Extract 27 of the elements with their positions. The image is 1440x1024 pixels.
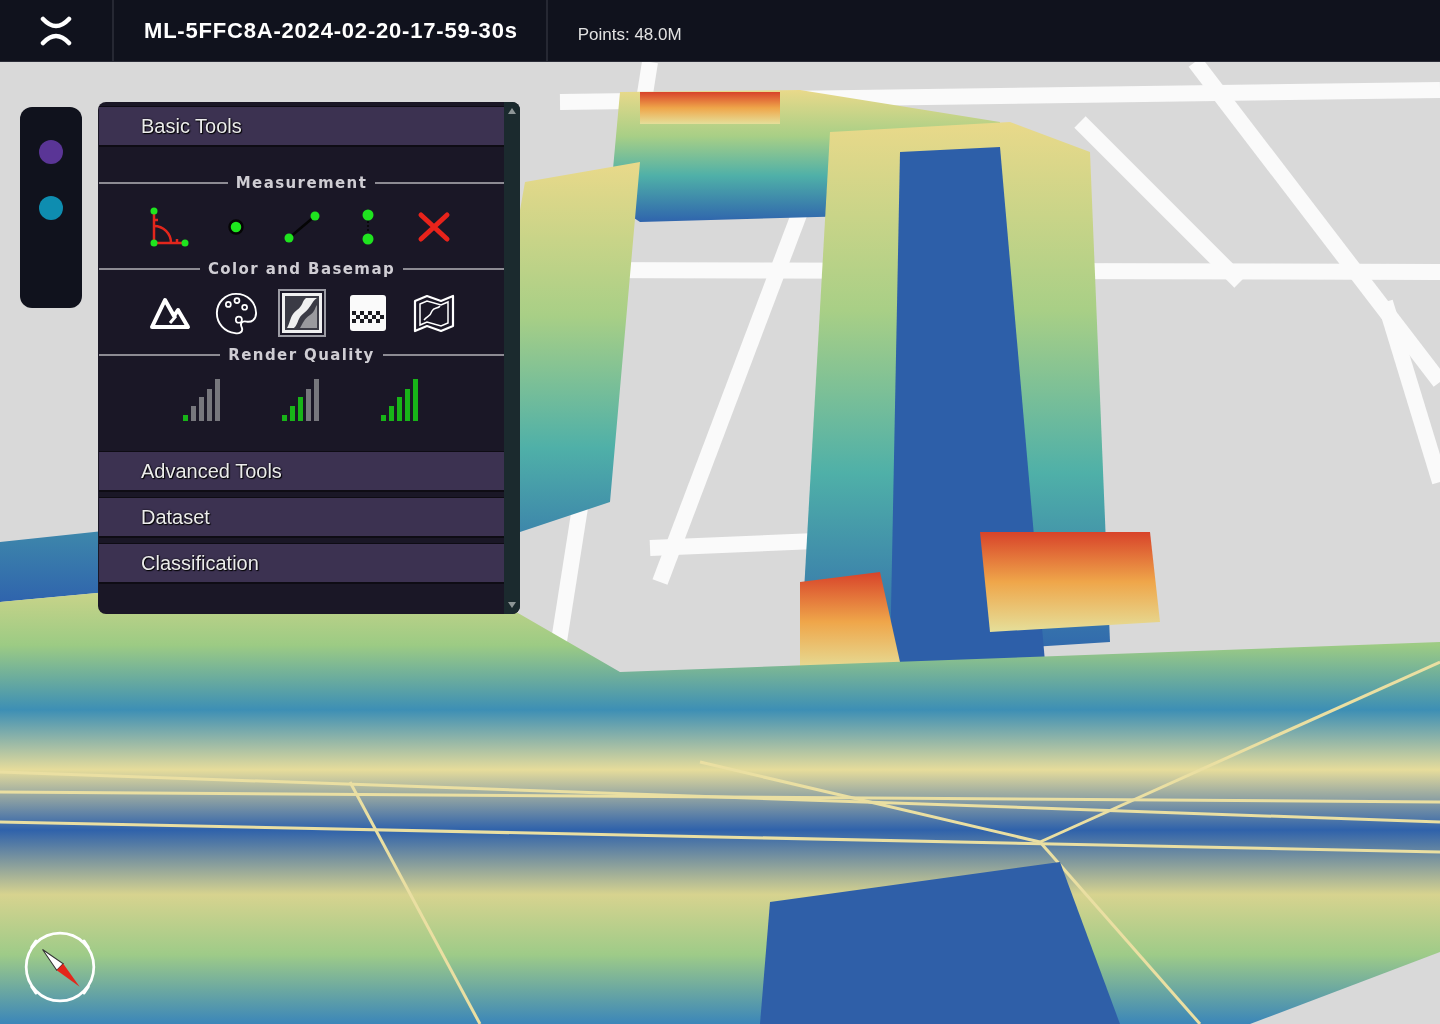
map-icon [411,293,456,333]
point-count: Points: 48.0M [577,24,682,45]
point-icon [227,219,244,235]
down-arrow-icon[interactable] [508,602,516,608]
dataset-title: ML-5FFC8A-2024-02-20-17-59-30s [144,17,518,44]
section-header[interactable]: Basic Tools [99,106,504,147]
distance-icon [283,211,320,243]
dot-icon[interactable] [39,196,63,220]
cross-icon [416,211,451,243]
logo-icon[interactable] [40,15,72,46]
compass-icon[interactable] [24,931,96,1003]
section-header[interactable]: Dataset [99,497,504,538]
tool-button[interactable] [277,289,326,337]
terrain-pattern-icon [281,293,322,333]
group-heading: Measurement [235,174,368,192]
group-heading: Render Quality [228,346,375,364]
vertical-distance-icon [361,209,374,245]
section-header[interactable]: Classification [99,543,504,584]
section-header[interactable]: Advanced Tools [99,451,504,492]
checkerboard-icon [348,294,387,332]
up-arrow-icon[interactable] [508,108,516,114]
dot-icon[interactable] [39,140,63,164]
angle-icon [150,207,189,247]
scrollbar[interactable] [504,102,520,614]
palette-icon [213,290,258,336]
group-heading: Color and Basemap [207,260,396,278]
mountain-icon [148,296,191,330]
